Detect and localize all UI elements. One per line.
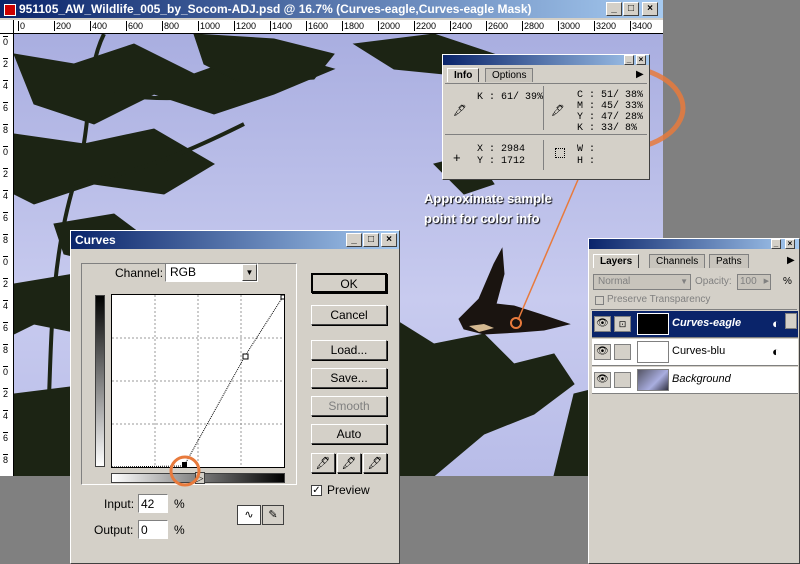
load-button[interactable]: Load... <box>311 340 387 360</box>
info-hdivider <box>445 134 647 135</box>
crosshair-icon: + <box>453 150 461 165</box>
curves-grid <box>111 294 286 468</box>
layers-menu-arrow-icon[interactable]: ▶ <box>787 255 795 266</box>
layers-divider <box>591 309 797 310</box>
layers-minimize-button[interactable]: _ <box>771 239 781 249</box>
ok-button[interactable]: OK <box>311 273 387 293</box>
info-c: C : 51/ 38% <box>577 90 644 101</box>
tab-paths[interactable]: Paths <box>709 254 749 268</box>
gray-eyedropper-icon[interactable]: 🖋 <box>337 453 361 473</box>
layers-palette: _ × Layers Channels Paths ▶ Normal ▼ Opac… <box>588 238 800 564</box>
curves-graph[interactable] <box>111 294 286 468</box>
mask-link-icon[interactable]: ⊡ <box>614 316 631 332</box>
info-m: M : 45/ 33% <box>577 101 644 112</box>
channel-value: RGB <box>170 265 197 279</box>
blend-mode-select[interactable]: Normal ▼ <box>593 274 691 290</box>
tab-info[interactable]: Info <box>447 68 480 82</box>
adjustment-layer-icon: ◐ <box>772 316 780 331</box>
info-y-coord: Y : 1712 <box>477 156 526 167</box>
tab-channels[interactable]: Channels <box>649 254 706 268</box>
curves-minimize-button[interactable]: _ <box>346 233 362 247</box>
curves-title: Curves <box>75 233 116 247</box>
channel-label: Channel: <box>115 266 164 280</box>
input-highlight-circle <box>169 455 201 487</box>
layer-row-curves-blu[interactable]: 👁 Curves-blu ◐ <box>592 339 798 366</box>
output-gradient-bar <box>95 295 105 467</box>
channel-select[interactable]: RGB ▼ <box>165 263 258 282</box>
cancel-button[interactable]: Cancel <box>311 305 387 325</box>
layer-name[interactable]: Curves-eagle <box>672 317 741 329</box>
tab-layers[interactable]: Layers <box>593 254 640 268</box>
input-label: Input: <box>104 497 135 511</box>
opacity-arrow-icon: ▶ <box>763 278 769 285</box>
opacity-field[interactable]: 100 ▶ <box>737 274 771 290</box>
curves-dialog: Curves _ □ × Channel: RGB ▼ ▷ Input: % O… <box>70 230 400 564</box>
pencil-tool-icon[interactable]: ✎ <box>262 505 284 525</box>
layer-link-slot[interactable] <box>614 344 631 360</box>
preserve-transparency-checkbox[interactable] <box>595 296 604 305</box>
layers-palette-titlebar[interactable] <box>589 239 799 249</box>
layer-row-background[interactable]: 👁 Background <box>592 367 798 394</box>
black-eyedropper-icon[interactable]: 🖋 <box>311 453 335 473</box>
output-label: Output: <box>94 523 134 537</box>
layer-mask-thumbnail <box>637 341 669 363</box>
opacity-unit: % <box>783 276 792 287</box>
info-k: K : 33/ 8% <box>577 123 638 134</box>
info-y: Y : 47/ 28% <box>577 112 644 123</box>
tab-options[interactable]: Options <box>485 68 534 82</box>
eye-icon[interactable]: 👁 <box>594 344 611 360</box>
info-palette: _ × Info Options ▶ 🖋 K : 61/ 39% 🖋 C : 5… <box>442 54 650 180</box>
white-eyedropper-icon[interactable]: 🖋 <box>363 453 387 473</box>
eyedropper-cmyk-icon: 🖋 <box>551 105 565 117</box>
preserve-transparency-label: Preserve Transparency <box>607 294 711 305</box>
output-field[interactable] <box>138 520 168 539</box>
layers-close-button[interactable]: × <box>785 239 795 249</box>
input-field[interactable] <box>138 494 168 513</box>
info-palette-titlebar[interactable] <box>443 55 649 65</box>
layers-scrollbar[interactable] <box>785 313 797 329</box>
eyedropper-icon: 🖋 <box>453 105 467 117</box>
opacity-label: Opacity: <box>695 276 732 287</box>
annotation-line-2: point for color info <box>424 211 540 226</box>
curves-maximize-button[interactable]: □ <box>363 233 379 247</box>
annotation-line-1: Approximate sample <box>424 191 552 206</box>
auto-button[interactable]: Auto <box>311 424 387 444</box>
curve-tool-icon[interactable]: ∿ <box>237 505 261 525</box>
layer-link-slot[interactable] <box>614 372 631 388</box>
preview-checkbox[interactable]: ✓ <box>311 485 322 496</box>
preview-label: Preview <box>327 483 370 497</box>
save-button[interactable]: Save... <box>311 368 387 388</box>
opacity-value: 100 <box>740 276 757 287</box>
layer-row-curves-eagle[interactable]: 👁 ⊡ Curves-eagle ◐ <box>592 311 798 338</box>
layer-mask-thumbnail <box>637 313 669 335</box>
layer-name[interactable]: Background <box>672 373 731 385</box>
eye-icon[interactable]: 👁 <box>594 372 611 388</box>
info-minimize-button[interactable]: _ <box>624 55 634 65</box>
output-percent: % <box>174 523 185 537</box>
background-thumbnail <box>637 369 669 391</box>
info-body: 🖋 K : 61/ 39% 🖋 C : 51/ 38% M : 45/ 33% … <box>445 83 647 177</box>
blend-chevron-icon: ▼ <box>680 277 688 286</box>
palette-menu-arrow-icon[interactable]: ▶ <box>636 69 644 80</box>
info-h: H : <box>577 156 596 167</box>
info-close-button[interactable]: × <box>636 55 646 65</box>
info-k-grayscale: K : 61/ 39% <box>477 92 544 103</box>
marquee-icon <box>555 148 565 158</box>
info-divider <box>543 86 544 130</box>
layer-name[interactable]: Curves-blu <box>672 345 725 357</box>
smooth-button[interactable]: Smooth <box>311 396 387 416</box>
info-x: X : 2984 <box>477 144 526 155</box>
layers-empty-area <box>591 395 797 561</box>
curves-close-button[interactable]: × <box>381 233 397 247</box>
annotation-text: Approximate sample point for color info <box>424 189 552 229</box>
input-percent: % <box>174 497 185 511</box>
eye-icon[interactable]: 👁 <box>594 316 611 332</box>
curve-point-end[interactable] <box>280 294 286 300</box>
adjustment-layer-icon: ◐ <box>772 344 780 359</box>
info-divider-2 <box>543 140 544 170</box>
blend-mode-value: Normal <box>598 276 631 287</box>
chevron-down-icon[interactable]: ▼ <box>242 264 257 281</box>
curve-point[interactable] <box>242 353 249 360</box>
info-w: W : <box>577 144 596 155</box>
